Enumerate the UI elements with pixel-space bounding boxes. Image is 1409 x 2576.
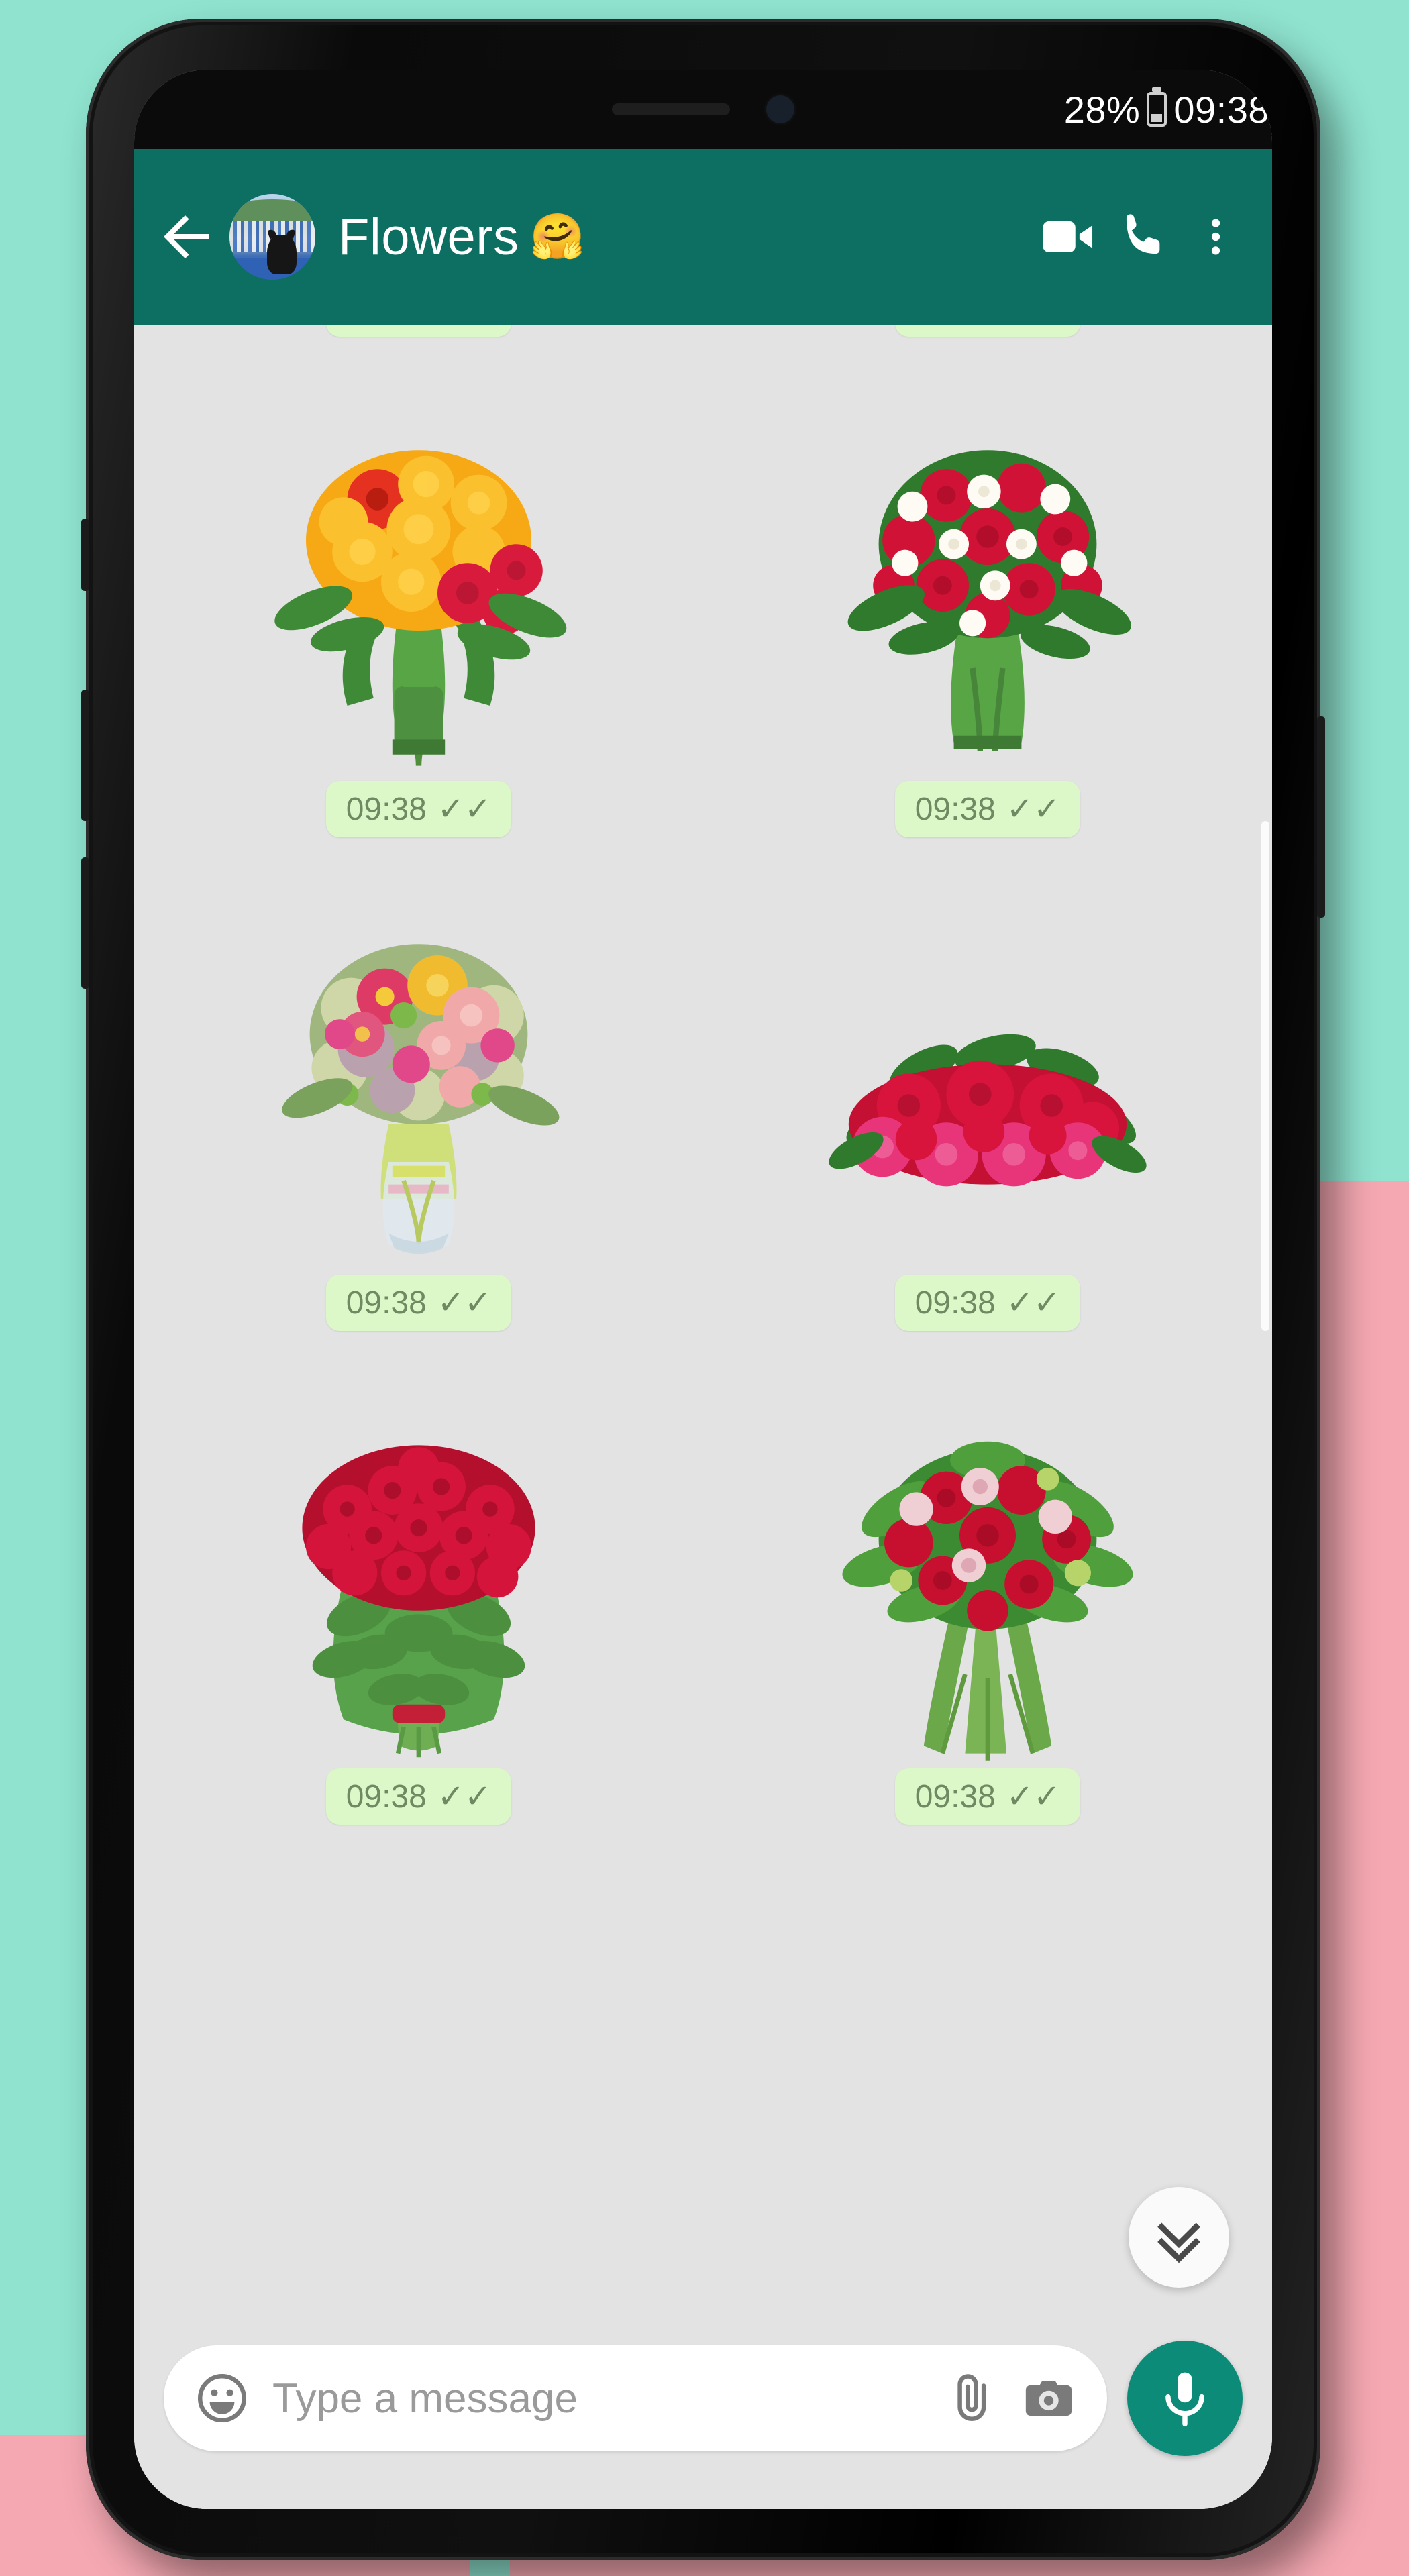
chat-app-bar: Flowers 🤗 <box>134 149 1272 325</box>
chat-message-list[interactable]: 09:34 ✓✓ 09:38 ✓✓ <box>134 325 1272 2509</box>
status-bar-clock: 09:38 <box>1173 88 1269 131</box>
sticker-message[interactable]: 09:38 ✓✓ <box>164 405 674 837</box>
timestamp-text: 09:38 <box>915 1778 996 1815</box>
sticker-grid: 09:38 ✓✓ 09:38 ✓✓ 09:38 ✓✓ 09:38 ✓✓ 09:3… <box>134 325 1272 1825</box>
battery-icon <box>1147 92 1167 127</box>
voice-record-button[interactable] <box>1127 2341 1243 2456</box>
bouquet-pastel-mixed-vase-sticker[interactable] <box>231 899 607 1275</box>
read-receipt-ticks: ✓✓ <box>437 1779 492 1815</box>
timestamp-text: 09:34 <box>346 325 427 327</box>
scroll-to-bottom-button[interactable] <box>1129 2187 1229 2288</box>
message-timestamp: 09:38 ✓✓ <box>894 1275 1081 1331</box>
read-receipt-ticks: ✓✓ <box>1006 325 1060 327</box>
partial-cell-right: 09:38 ✓✓ <box>733 325 1243 337</box>
chat-scrollbar[interactable] <box>1261 821 1269 1331</box>
message-timestamp: 09:34 ✓✓ <box>325 325 512 337</box>
partial-cell-left: 09:34 ✓✓ <box>164 325 674 337</box>
hugging-face-emoji: 🤗 <box>529 211 586 261</box>
sticker-row: 09:38 ✓✓ 09:38 ✓✓ <box>164 405 1243 837</box>
bouquet-giant-red-roses-dome-sticker[interactable] <box>231 1393 607 1768</box>
phone-power-button[interactable] <box>1317 716 1325 918</box>
paperclip-icon[interactable] <box>943 2371 998 2426</box>
camera-icon[interactable] <box>1021 2371 1076 2426</box>
phone-device: 28% 09:38 Flowers 🤗 09:38 ✓✓ 09:38 ✓✓ 09… <box>81 19 1325 2560</box>
battery-percent-label: 28% <box>1063 88 1141 131</box>
timestamp-text: 09:38 <box>915 1285 996 1321</box>
phone-mute-switch[interactable] <box>81 519 89 591</box>
phone-call-icon[interactable] <box>1106 199 1181 274</box>
contact-avatar[interactable] <box>229 194 315 280</box>
emoji-smiley-icon[interactable] <box>195 2371 250 2426</box>
message-timestamp: 09:38 ✓✓ <box>894 1768 1081 1825</box>
kebab-menu-icon[interactable] <box>1189 199 1243 274</box>
message-timestamp: 09:38 ✓✓ <box>894 781 1081 837</box>
message-timestamp: 09:38 ✓✓ <box>325 781 512 837</box>
earpiece-speaker-icon <box>612 103 730 115</box>
sticker-row: 09:38 ✓✓ 09:38 ✓✓ <box>164 1393 1243 1825</box>
chat-title-text: Flowers <box>338 208 519 266</box>
sticker-message[interactable]: 09:38 ✓✓ <box>164 1393 674 1825</box>
read-receipt-ticks: ✓✓ <box>437 1285 492 1321</box>
timestamp-text: 09:38 <box>346 1778 427 1815</box>
front-camera-icon <box>766 95 794 123</box>
read-receipt-ticks: ✓✓ <box>437 792 492 827</box>
read-receipt-ticks: ✓✓ <box>1006 792 1061 827</box>
sticker-message[interactable]: 09:38 ✓✓ <box>164 899 674 1331</box>
partial-timestamp-row: 09:34 ✓✓ 09:38 ✓✓ <box>164 325 1243 337</box>
message-timestamp: 09:38 ✓✓ <box>894 325 1081 337</box>
phone-volume-up-button[interactable] <box>81 690 89 821</box>
message-timestamp: 09:38 ✓✓ <box>325 1768 512 1825</box>
message-composer: Type a message <box>134 2324 1272 2509</box>
bouquet-red-roses-white-freesia-sticker[interactable] <box>800 405 1176 781</box>
bouquet-red-pink-roses-lying-sticker[interactable] <box>800 899 1176 1275</box>
phone-screen: 28% 09:38 Flowers 🤗 09:38 ✓✓ 09:38 ✓✓ 09… <box>134 70 1272 2509</box>
bouquet-yellow-red-roses-gerbera-sticker[interactable] <box>231 405 607 781</box>
message-input-pill[interactable]: Type a message <box>164 2345 1107 2451</box>
double-chevron-down-icon <box>1157 2222 1200 2263</box>
timestamp-text: 09:38 <box>346 791 427 827</box>
timestamp-text: 09:38 <box>915 325 996 327</box>
sticker-row: 09:38 ✓✓ 09:38 ✓✓ <box>164 899 1243 1331</box>
sticker-message[interactable]: 09:38 ✓✓ <box>733 405 1243 837</box>
phone-volume-down-button[interactable] <box>81 857 89 989</box>
bouquet-red-roses-lilies-greens-sticker[interactable] <box>800 1393 1176 1768</box>
microphone-icon <box>1165 2372 1204 2427</box>
back-arrow-icon[interactable] <box>156 205 220 269</box>
message-input-placeholder[interactable]: Type a message <box>272 2375 921 2422</box>
avatar-cat <box>267 235 297 275</box>
chat-title[interactable]: Flowers 🤗 <box>338 208 585 266</box>
read-receipt-ticks: ✓✓ <box>1006 1285 1061 1321</box>
sticker-message[interactable]: 09:38 ✓✓ <box>733 1393 1243 1825</box>
timestamp-text: 09:38 <box>915 791 996 827</box>
message-timestamp: 09:38 ✓✓ <box>325 1275 512 1331</box>
read-receipt-ticks: ✓✓ <box>1006 1779 1061 1815</box>
display-notch <box>482 70 925 149</box>
read-receipt-ticks: ✓✓ <box>437 325 491 327</box>
sticker-message[interactable]: 09:38 ✓✓ <box>733 899 1243 1331</box>
video-call-icon[interactable] <box>1031 199 1106 274</box>
timestamp-text: 09:38 <box>346 1285 427 1321</box>
